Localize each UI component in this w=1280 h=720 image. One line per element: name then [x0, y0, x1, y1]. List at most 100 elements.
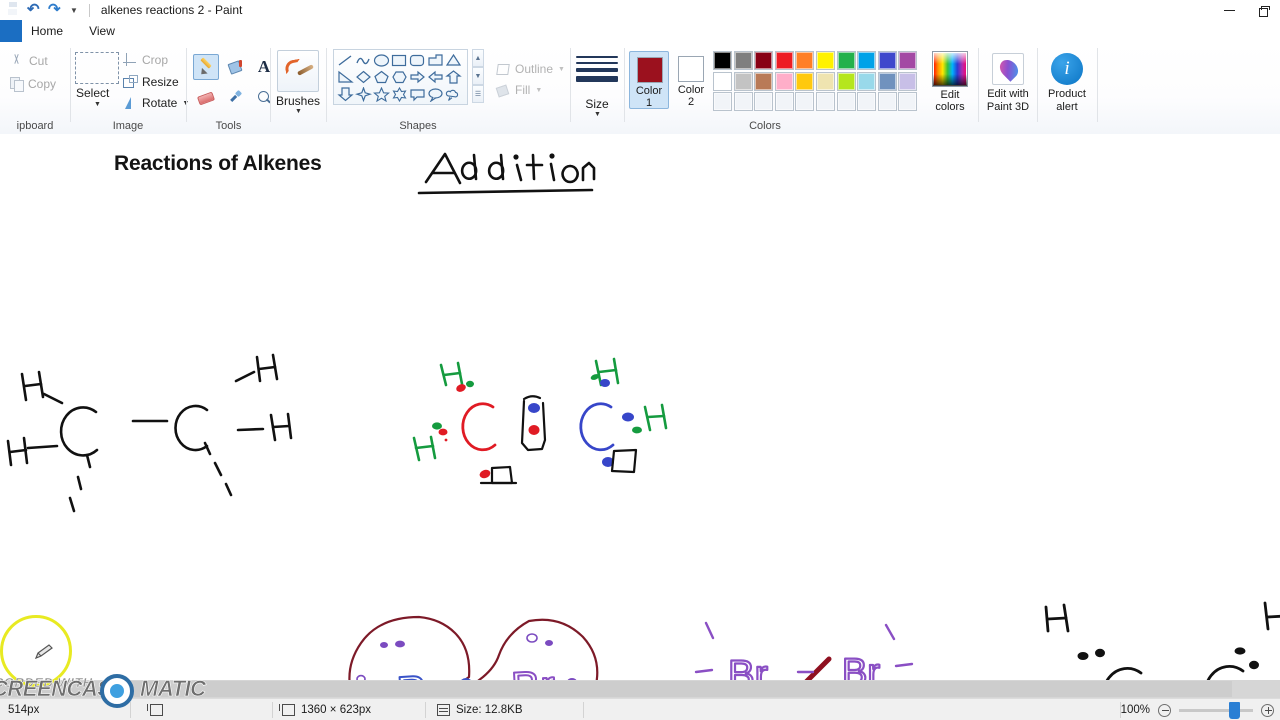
color-2-button[interactable]: Color 2 [671, 51, 711, 109]
shape-six-point-star[interactable] [391, 87, 408, 102]
palette-swatch-r1-c4[interactable] [774, 51, 794, 70]
outline-button[interactable]: Outline ▼ [496, 62, 565, 76]
palette-swatch-r3-c5[interactable] [795, 92, 815, 111]
rotate-button[interactable]: Rotate ▼ [123, 96, 189, 110]
palette-swatch-r2-c9[interactable] [877, 71, 897, 91]
palette-swatch-r3-c1[interactable] [713, 92, 732, 111]
tab-view[interactable]: View [78, 20, 126, 42]
palette-swatch-r2-c10[interactable] [898, 71, 918, 91]
palette-swatch-r3-c9[interactable] [877, 92, 897, 111]
palette-swatch-r1-c9[interactable] [877, 51, 897, 70]
shapes-gallery[interactable] [333, 49, 468, 105]
tab-home[interactable]: Home [24, 20, 70, 42]
palette-swatch-r3-c7[interactable] [836, 92, 856, 111]
color-1-button[interactable]: Color 1 [629, 51, 669, 109]
palette-swatch-fill [817, 93, 834, 110]
palette-swatch-fill [899, 93, 917, 110]
edit-colors-button[interactable]: Edit colors [927, 51, 973, 115]
shape-oval[interactable] [373, 53, 390, 68]
shape-polygon[interactable] [427, 53, 444, 68]
shape-up-arrow[interactable] [445, 70, 462, 85]
shape-oval-callout[interactable] [427, 87, 444, 102]
shape-pentagon[interactable] [373, 70, 390, 85]
shape-curve[interactable] [355, 53, 372, 68]
resize-icon [123, 75, 138, 89]
shape-cloud-callout[interactable] [445, 87, 462, 102]
palette-swatch-r3-c4[interactable] [774, 92, 794, 111]
palette-swatch-r2-c1[interactable] [713, 71, 732, 91]
shape-right-arrow[interactable] [409, 70, 426, 85]
palette-swatch-r2-c7[interactable] [836, 71, 856, 91]
fill-button[interactable]: Fill ▼ [496, 83, 542, 97]
shape-rounded-rectangle[interactable] [409, 53, 426, 68]
palette-swatch-r1-c3[interactable] [754, 51, 774, 70]
group-divider [1097, 48, 1098, 122]
shape-triangle[interactable] [445, 53, 462, 68]
palette-swatch-r2-c2[interactable] [733, 71, 753, 91]
zoom-in-button[interactable] [1261, 703, 1274, 717]
palette-swatch-r1-c8[interactable] [857, 51, 877, 70]
shape-down-arrow[interactable] [337, 87, 354, 102]
shape-line[interactable] [337, 53, 354, 68]
shape-rectangle[interactable] [391, 53, 408, 68]
palette-swatch-r1-c1[interactable] [713, 51, 732, 70]
zoom-out-button[interactable] [1158, 703, 1171, 717]
undo-icon[interactable]: ↶ [27, 2, 43, 18]
select-button[interactable] [75, 52, 119, 84]
canvas-sheet[interactable]: Reactions of Alkenes Br Br [0, 135, 1280, 680]
palette-swatch-r2-c8[interactable] [857, 71, 877, 91]
product-alert-button[interactable]: i Product alert [1037, 53, 1097, 117]
outline-dropdown-caret-icon[interactable]: ▼ [558, 66, 565, 73]
restore-button[interactable] [1246, 0, 1280, 20]
shape-diamond[interactable] [355, 70, 372, 85]
palette-swatch-r1-c5[interactable] [795, 51, 815, 70]
save-icon[interactable] [6, 2, 22, 18]
customize-quick-access-icon[interactable]: ▼ [70, 6, 78, 15]
shape-five-point-star[interactable] [373, 87, 390, 102]
edit-with-paint-3d-button[interactable]: Edit with Paint 3D [977, 53, 1039, 117]
file-menu-button[interactable] [0, 20, 22, 42]
palette-swatch-r3-c10[interactable] [898, 92, 918, 111]
redo-icon[interactable]: ↷ [48, 2, 64, 18]
fill-dropdown-caret-icon[interactable]: ▼ [535, 87, 542, 94]
shape-four-point-star[interactable] [355, 87, 372, 102]
select-dropdown-caret-icon[interactable]: ▼ [94, 101, 101, 108]
color-palette[interactable] [713, 51, 919, 113]
shape-left-arrow[interactable] [427, 70, 444, 85]
palette-swatch-fill [878, 52, 896, 69]
copy-button[interactable]: Copy [10, 77, 56, 92]
palette-swatch-r1-c6[interactable] [816, 51, 835, 70]
palette-swatch-r2-c5[interactable] [795, 71, 815, 91]
palette-swatch-r3-c2[interactable] [733, 92, 753, 111]
shape-right-triangle[interactable] [337, 70, 354, 85]
palette-swatch-r3-c6[interactable] [816, 92, 835, 111]
fill-tool-button[interactable] [223, 54, 249, 80]
palette-swatch-r2-c3[interactable] [754, 71, 774, 91]
eraser-tool-button[interactable] [193, 84, 219, 110]
palette-swatch-r3-c8[interactable] [857, 92, 877, 111]
size-dropdown-caret-icon[interactable]: ▼ [594, 111, 601, 118]
shapes-expand-button[interactable]: ☰ [472, 85, 484, 103]
shapes-scroll-up-button[interactable]: ▲ [472, 49, 484, 67]
brushes-button[interactable] [277, 50, 319, 92]
palette-swatch-r1-c7[interactable] [836, 51, 856, 70]
palette-swatch-r2-c4[interactable] [774, 71, 794, 91]
palette-swatch-r1-c10[interactable] [898, 51, 918, 70]
shape-hexagon[interactable] [391, 70, 408, 85]
crop-button[interactable]: Crop [123, 53, 168, 67]
size-button[interactable] [576, 56, 618, 86]
canvas-area[interactable]: Reactions of Alkenes Br Br [0, 135, 1280, 680]
zoom-slider[interactable] [1179, 701, 1253, 719]
shape-rounded-rectangle-callout[interactable] [409, 87, 426, 102]
color-picker-tool-button[interactable] [223, 84, 249, 110]
pencil-tool-button[interactable] [193, 54, 219, 80]
palette-swatch-r1-c2[interactable] [733, 51, 753, 70]
palette-swatch-r2-c6[interactable] [816, 71, 835, 91]
cut-button[interactable]: Cut [10, 54, 48, 68]
minimize-button[interactable] [1212, 0, 1246, 20]
zoom-slider-thumb[interactable] [1229, 701, 1240, 719]
palette-swatch-r3-c3[interactable] [754, 92, 774, 111]
brushes-dropdown-caret-icon[interactable]: ▼ [295, 108, 302, 115]
shapes-scroll-down-button[interactable]: ▼ [472, 67, 484, 85]
resize-button[interactable]: Resize [123, 75, 179, 89]
